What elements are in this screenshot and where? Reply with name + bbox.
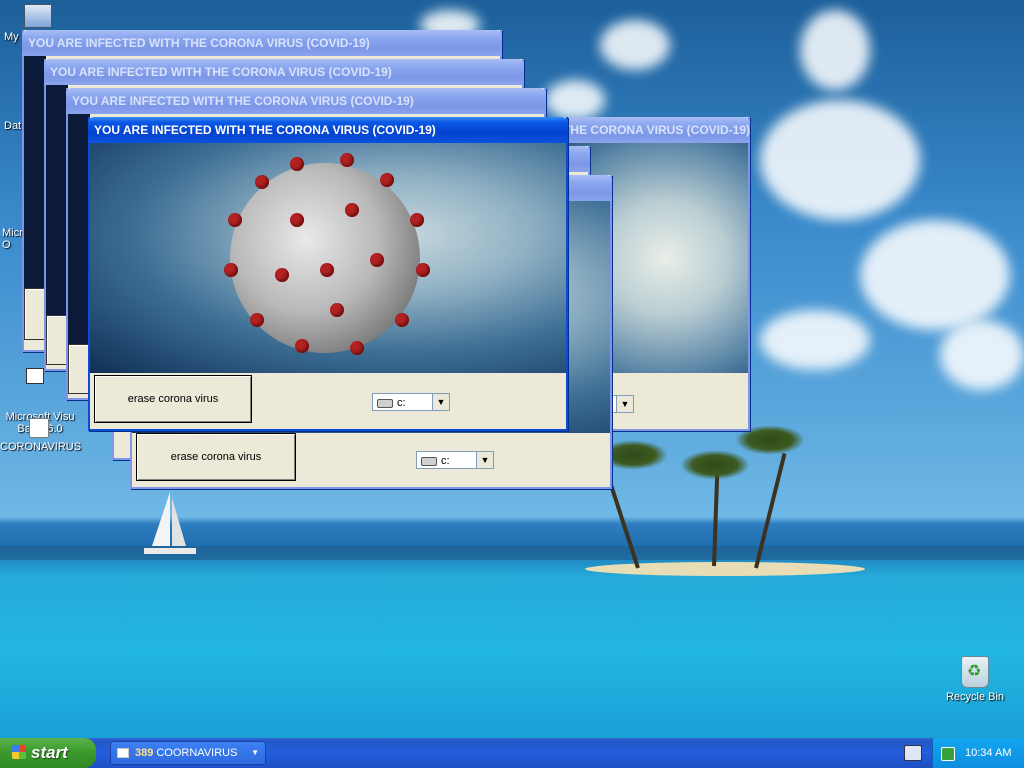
virus-spike [320,263,334,277]
folder-icon [29,418,49,438]
cloud [600,20,670,70]
cloud [545,80,605,120]
window-image [68,114,90,344]
drive-value: c: [397,397,406,409]
drive-select[interactable]: c: ▼ [372,393,450,411]
cloud [760,100,920,220]
virus-spike [295,339,309,353]
virus-spike [345,203,359,217]
dropdown-arrow-icon: ▼ [476,452,493,468]
network-icon[interactable] [941,747,955,761]
erase-corona-virus-button[interactable]: erase corona virus [94,375,252,423]
window-image [24,56,46,316]
windows-flag-icon [12,745,26,759]
virus-spike [290,157,304,171]
desktop-icon-label: CORONAVIRUS [0,441,82,453]
corona-virus-image [90,143,566,373]
desktop-icon-recycle-bin[interactable]: Recycle Bin [944,656,1006,703]
cloud [800,10,870,90]
virus-spike [290,213,304,227]
cloud [760,310,870,370]
system-tray: 10:34 AM [932,738,1024,768]
virus-spike [410,213,424,227]
start-button[interactable]: start [0,738,96,768]
virus-spike [330,303,344,317]
drive-value: c: [441,455,450,467]
taskbar: start 389 COORNAVIRUS ▼ 10:34 AM [0,738,1024,768]
task-group-count: 389 [135,747,154,759]
virus-spike [255,175,269,189]
desktop-icon-label: Recycle Bin [945,691,1005,703]
popup-window-active[interactable]: YOU ARE INFECTED WITH THE CORONA VIRUS (… [88,117,568,431]
visual-basic-icon [26,368,44,384]
island [585,562,865,576]
start-label: start [31,743,68,762]
drive-icon [421,456,437,466]
keyboard-language-icon[interactable] [904,745,922,761]
window-image [46,85,68,315]
virus-spike [370,253,384,267]
window-title: YOU ARE INFECTED WITH THE CORONA VIRUS (… [66,88,546,114]
drive-select[interactable]: c: ▼ [416,451,494,469]
virus-spike [340,153,354,167]
window-title: YOU ARE INFECTED WITH THE CORONA VIRUS (… [540,117,750,143]
desktop-icon-coronavirus-folder[interactable]: CORONAVIRUS [0,418,82,453]
virus-spike [275,268,289,282]
drive-icon [377,398,393,408]
dropdown-arrow-icon: ▼ [616,396,633,412]
cloud [860,220,1010,330]
window-title: YOU ARE INFECTED WITH THE CORONA VIRUS (… [22,30,502,56]
taskbar-group-button[interactable]: 389 COORNAVIRUS ▼ [110,741,266,765]
virus-spike [380,173,394,187]
virus-spike [395,313,409,327]
dropdown-arrow-icon: ▼ [432,394,449,410]
chevron-down-icon: ▼ [251,748,259,757]
virus-spike [416,263,430,277]
cloud [940,320,1024,390]
window-group-icon [117,748,129,759]
clock[interactable]: 10:34 AM [965,738,1011,768]
task-group-label: COORNAVIRUS [156,747,238,759]
erase-corona-virus-button[interactable]: erase corona virus [136,433,296,481]
my-computer-icon [24,4,52,28]
virus-spike [350,341,364,355]
window-title: YOU ARE INFECTED WITH THE CORONA VIRUS (… [44,59,524,85]
window-title: YOU ARE INFECTED WITH THE CORONA VIRUS (… [88,117,568,143]
virus-spike [224,263,238,277]
sailboat [144,492,196,554]
recycle-bin-icon [961,656,989,688]
virus-spike [228,213,242,227]
virus-spike [250,313,264,327]
